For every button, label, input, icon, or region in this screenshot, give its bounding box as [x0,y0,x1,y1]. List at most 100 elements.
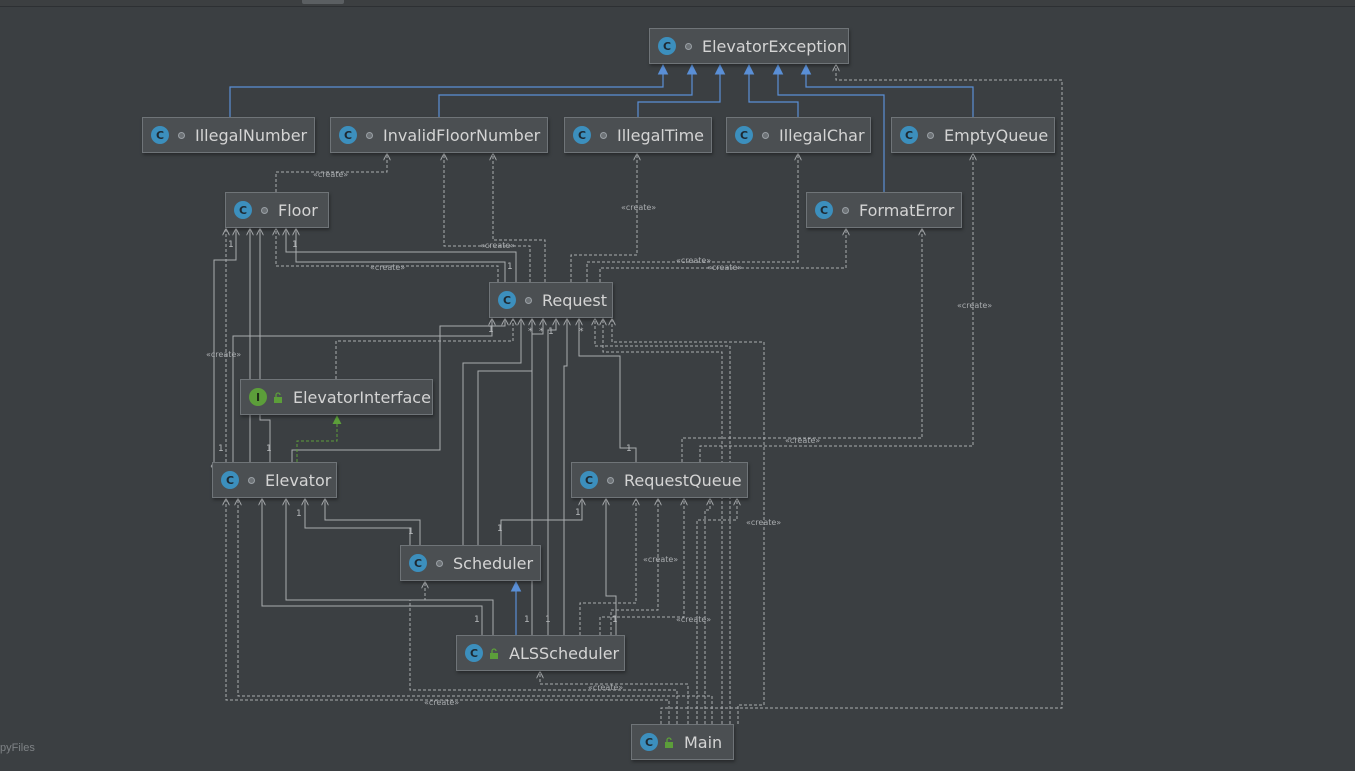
package-visibility-icon [365,131,373,139]
class-name: IllegalChar [779,125,865,145]
class-illegal-char[interactable]: C IllegalChar [726,117,871,153]
class-elevator-exception[interactable]: C ElevatorException [649,28,849,64]
create-edge [540,672,689,724]
class-icon: C [573,126,591,144]
package-visibility-icon [435,559,443,567]
class-illegal-time[interactable]: C IllegalTime [564,117,712,153]
create-label: «create» [424,698,460,707]
class-name: IllegalNumber [195,125,308,145]
package-visibility-icon [606,476,614,484]
association-edge [260,229,270,462]
package-visibility-icon [247,476,255,484]
package-visibility-icon [177,131,185,139]
extends-edge [637,63,726,117]
association-edge [296,229,505,282]
interface-elevator-interface[interactable]: I ElevatorInterface [240,379,433,415]
association-edge [548,319,556,635]
class-icon: C [339,126,357,144]
multiplicity: 1 [488,325,494,335]
multiplicity: 1 [228,240,234,250]
create-label: «create» [676,256,712,265]
class-icon: C [221,471,239,489]
class-name: RequestQueue [624,470,742,490]
class-floor[interactable]: C Floor [225,192,329,228]
extends-edge [800,63,974,117]
multiplicity: 1 [474,615,480,625]
class-invalid-floor-number[interactable]: C InvalidFloorNumber [330,117,548,153]
multiplicity: 1 [507,262,513,272]
class-icon: C [735,126,753,144]
class-name: Elevator [265,470,332,490]
class-elevator[interactable]: C Elevator [212,462,337,498]
class-als-scheduler[interactable]: C ALSScheduler [456,635,625,671]
implements-edge [296,415,342,462]
create-edge [696,499,737,724]
create-label: «create» [370,263,406,272]
package-visibility-icon [599,131,607,139]
class-icon: C [151,126,169,144]
package-visibility-icon [761,131,769,139]
class-name: Scheduler [453,553,534,573]
create-label: «create» [206,350,242,359]
diagram-edges [0,63,1063,724]
create-edge [579,499,636,635]
package-visibility-icon [524,296,532,304]
create-label: «create» [643,555,679,564]
class-format-error[interactable]: C FormatError [806,192,962,228]
multiplicity: 1 [626,444,632,454]
class-icon: C [580,471,598,489]
class-icon: C [498,291,516,309]
multiplicity: * [539,327,544,337]
extends-edge [438,63,698,117]
create-label: «create» [957,301,993,310]
class-name: InvalidFloorNumber [383,125,541,145]
multiplicity: * [528,327,533,337]
association-edge [563,319,567,635]
create-label: «create» [746,518,782,527]
multiplicity: 1 [266,444,272,454]
class-icon: C [900,126,918,144]
class-icon: C [234,201,252,219]
class-scheduler[interactable]: C Scheduler [400,545,541,581]
create-label: «create» [707,263,743,272]
extends-edge [229,63,669,117]
create-label: «create» [313,170,349,179]
interface-icon: I [249,388,267,406]
create-edge [444,154,531,282]
multiplicity: 1 [292,240,298,250]
multiplicity: 1 [408,527,414,537]
create-edge [570,154,637,282]
association-edge [501,499,582,545]
class-icon: C [409,554,427,572]
interface-name: ElevatorInterface [293,387,431,407]
class-request-queue[interactable]: C RequestQueue [571,462,748,498]
class-illegal-number[interactable]: C IllegalNumber [142,117,315,153]
main-class-icon: C [640,733,658,751]
class-request[interactable]: C Request [489,282,613,318]
package-visibility-icon [841,206,849,214]
create-edge [660,65,1063,724]
multiplicity: 1 [612,615,618,625]
class-name: FormatError [859,200,955,220]
package-visibility-icon [260,206,268,214]
class-main[interactable]: C Main [631,724,734,760]
class-icon: C [658,37,676,55]
package-visibility-icon [926,131,934,139]
extends-edge [743,63,799,117]
association-edge [579,319,636,462]
create-edge [276,229,499,282]
class-name: ALSScheduler [509,643,620,663]
multiplicity: * [579,327,584,337]
multiplicity: 1 [575,508,581,518]
package-visibility-icon [684,42,692,50]
create-edge [610,499,658,635]
create-label: «create» [588,683,624,692]
create-label: «create» [676,615,712,624]
class-name: Floor [278,200,318,220]
association-edge [477,319,532,545]
multiplicity: 1 [548,327,554,337]
create-edge [335,319,513,379]
association-edge [532,319,543,635]
class-empty-queue[interactable]: C EmptyQueue [891,117,1055,153]
multiplicity: 1 [545,615,551,625]
